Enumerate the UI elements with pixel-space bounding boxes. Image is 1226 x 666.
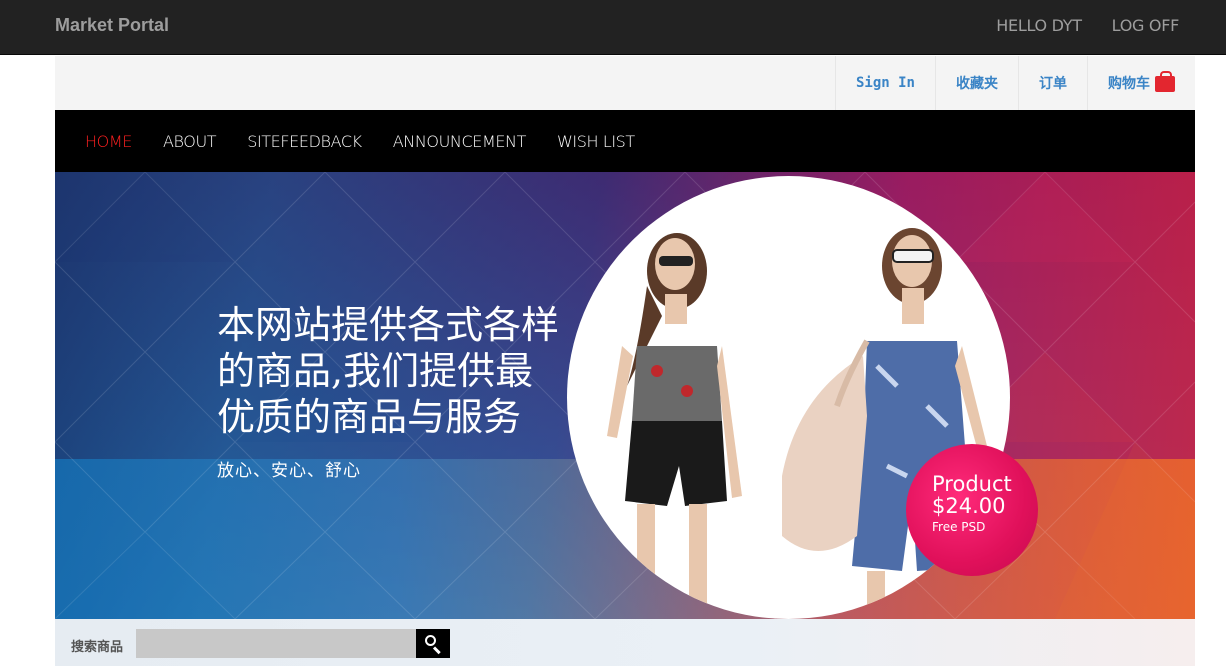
nav-home[interactable]: HOME [85, 132, 132, 151]
search-icon-handle [432, 646, 441, 655]
favorites-link[interactable]: 收藏夹 [935, 56, 1018, 110]
cart-link[interactable]: 购物车 [1087, 56, 1195, 110]
brand-link[interactable]: Market Portal [55, 15, 169, 36]
nav-announcement[interactable]: ANNOUNCEMENT [393, 132, 527, 151]
search-label: 搜索商品 [71, 640, 124, 655]
utility-bar: Sign In 收藏夹 订单 购物车 [55, 56, 1195, 110]
orders-link[interactable]: 订单 [1018, 56, 1087, 110]
nav-wishlist[interactable]: WISH LIST [557, 132, 635, 151]
top-links: HELLO DYT LOG OFF [996, 16, 1179, 35]
hero-headline-line: 优质的商品与服务 [217, 395, 522, 439]
search-button[interactable] [416, 629, 450, 658]
hero-headline: 本网站提供各式各样 的商品,我们提供最 优质的商品与服务 [217, 302, 627, 440]
top-navbar: Market Portal HELLO DYT LOG OFF [0, 0, 1226, 55]
cart-label: 购物车 [1108, 76, 1150, 92]
greeting-link[interactable]: HELLO DYT [996, 16, 1082, 35]
logoff-link[interactable]: LOG OFF [1112, 16, 1180, 35]
badge-note: Free PSD [932, 520, 986, 534]
hero-subline: 放心、安心、舒心 [217, 461, 361, 481]
utility-links: Sign In 收藏夹 订单 购物车 [834, 56, 1195, 110]
badge-price: $24.00 [932, 494, 1006, 518]
product-price-badge[interactable]: Product $24.00 Free PSD [906, 444, 1038, 576]
signin-link[interactable]: Sign In [834, 56, 935, 110]
nav-items: HOME ABOUT SITEFEEDBACK ANNOUNCEMENT WIS… [55, 110, 1195, 172]
shopping-bag-icon [1155, 71, 1175, 92]
hero-headline-line: 本网站提供各式各样 [217, 303, 560, 347]
badge-title: Product [932, 472, 1012, 496]
search-bar: 搜索商品 [55, 619, 1195, 666]
hero-banner: 本网站提供各式各样 的商品,我们提供最 优质的商品与服务 放心、安心、舒心 Pr… [55, 172, 1195, 619]
search-icon [425, 635, 436, 646]
hero-headline-line: 的商品,我们提供最 [217, 349, 534, 393]
nav-about[interactable]: ABOUT [163, 132, 217, 151]
search-input[interactable] [136, 629, 416, 658]
nav-sitefeedback[interactable]: SITEFEEDBACK [247, 132, 362, 151]
main-nav: HOME ABOUT SITEFEEDBACK ANNOUNCEMENT WIS… [55, 110, 1195, 172]
